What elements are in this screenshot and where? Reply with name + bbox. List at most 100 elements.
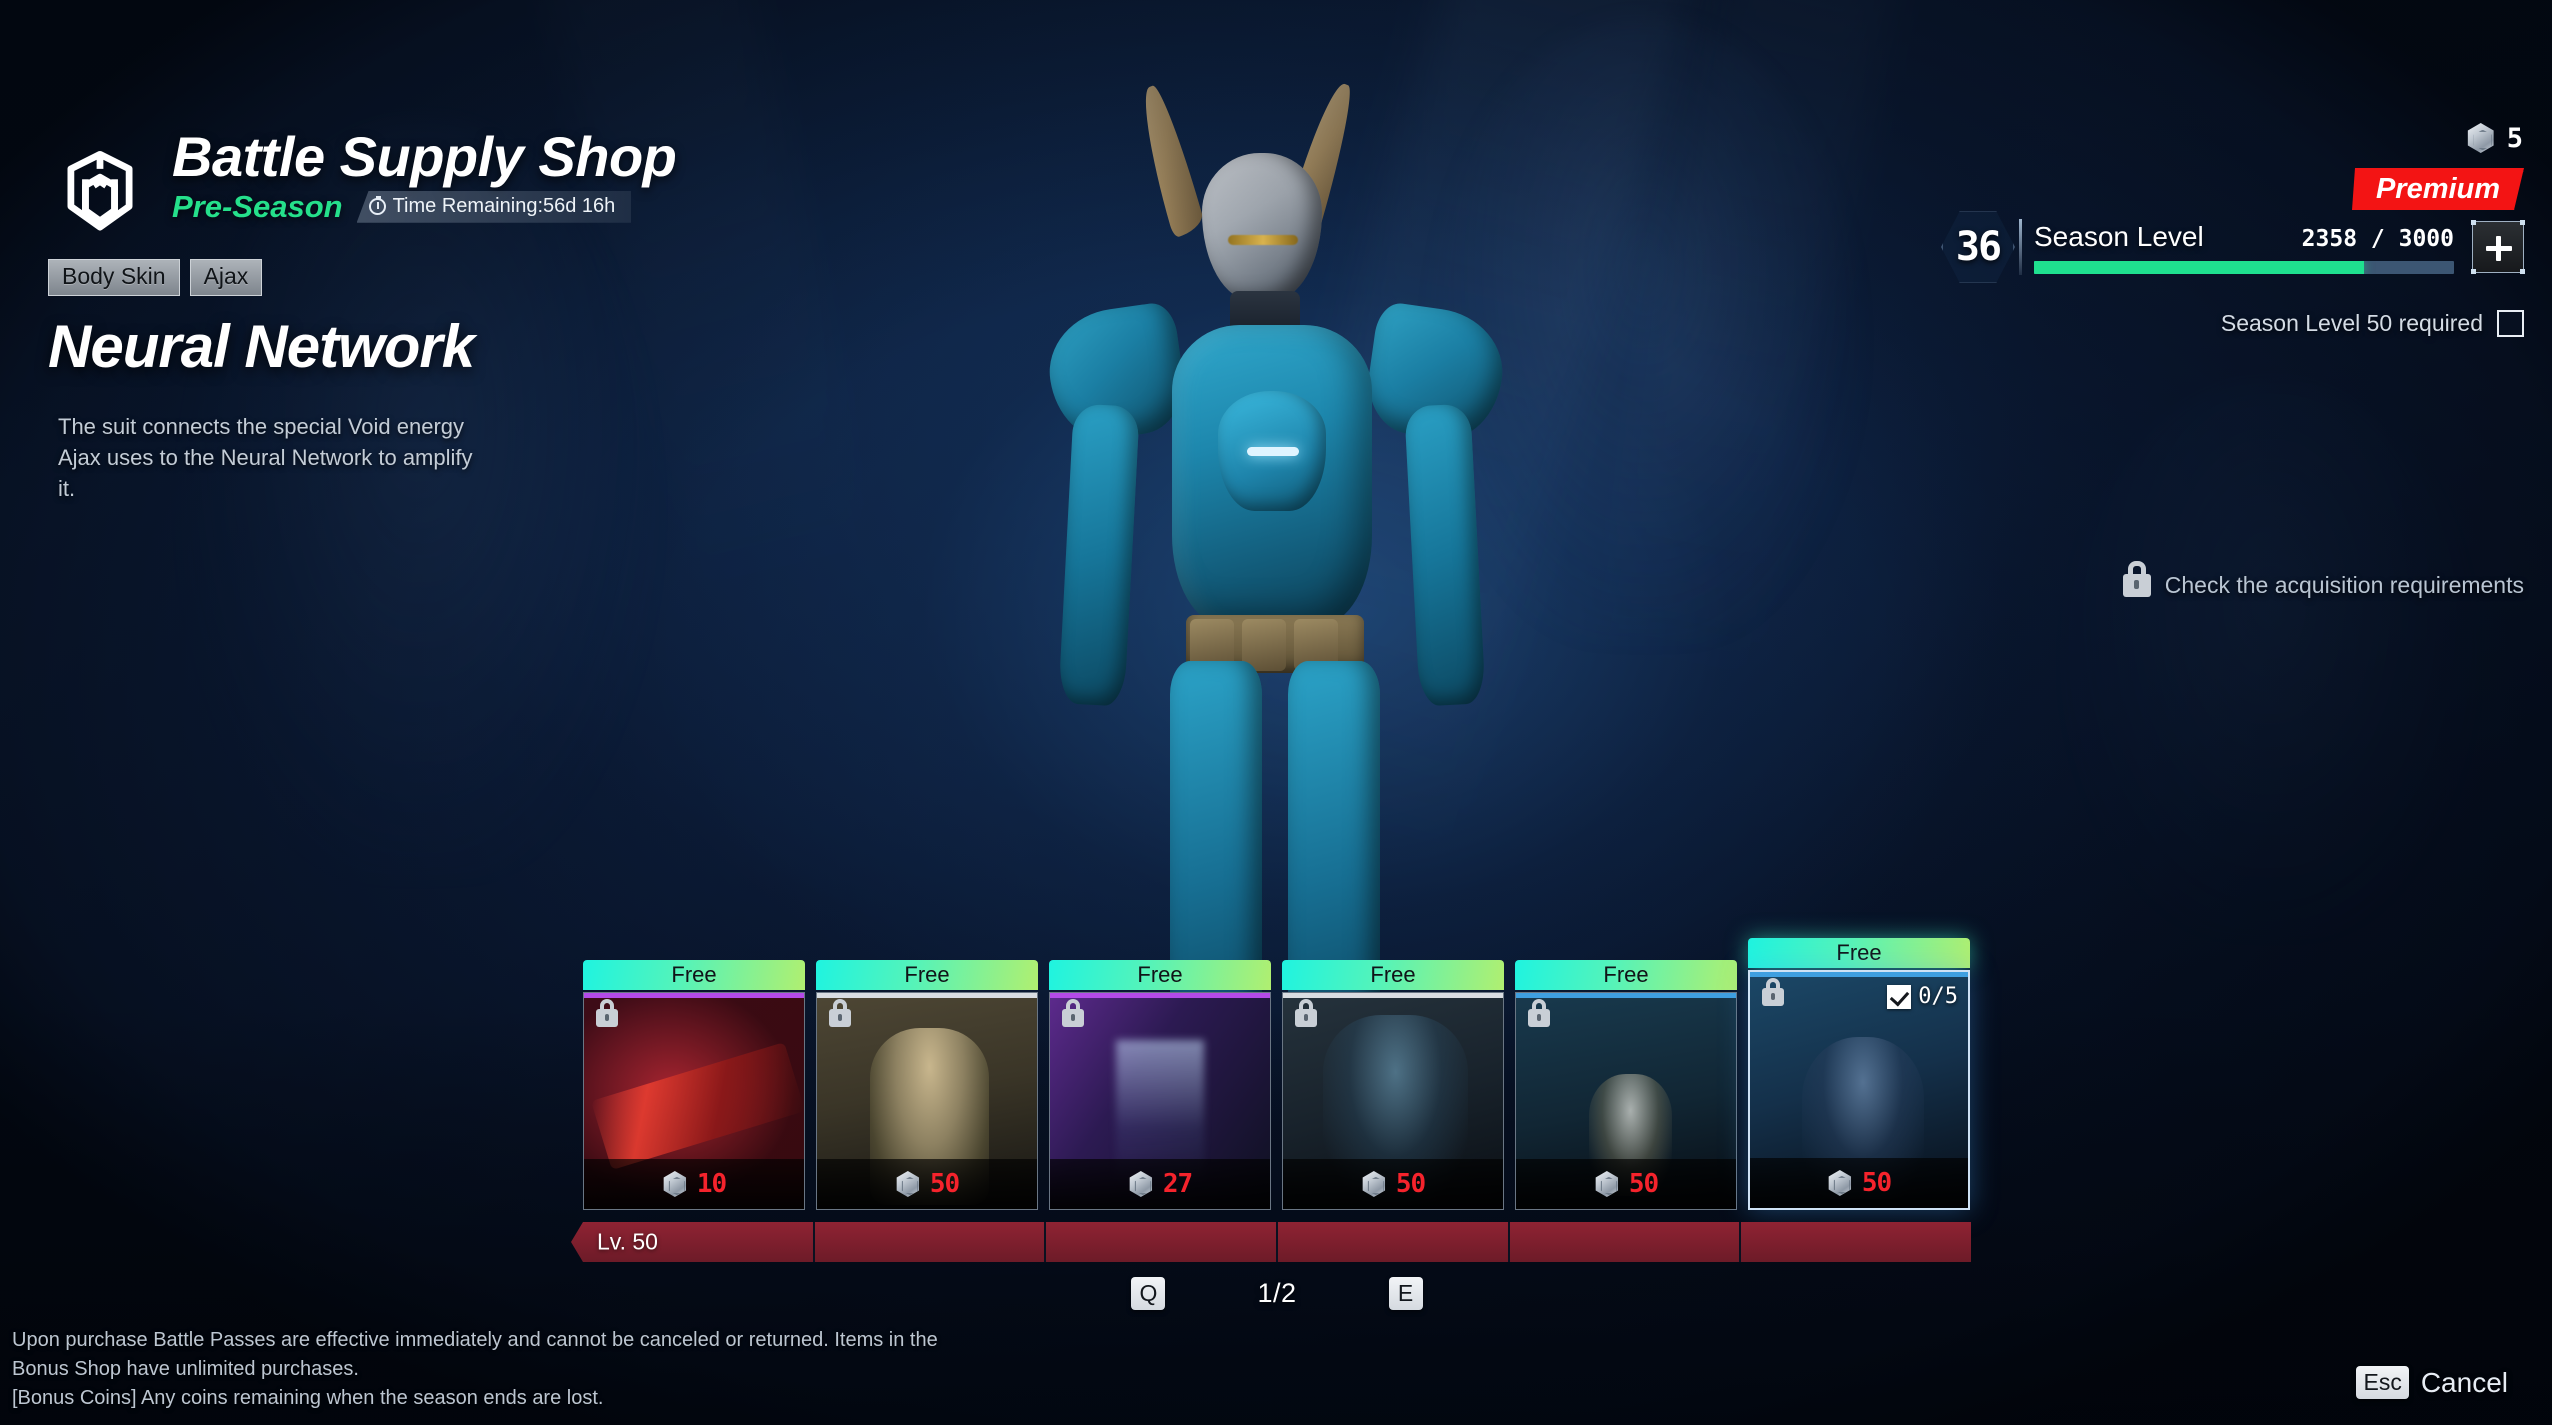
level-bar-segment <box>1741 1222 1972 1262</box>
page-navigation: Q 1/2 E <box>583 1270 1971 1316</box>
reward-card-ribbon: Free <box>816 960 1038 990</box>
reward-card-price: 50 <box>1628 1169 1659 1199</box>
season-panel: 5 Premium 36 Season Level 2358 / 3000 Se… <box>1884 118 2525 337</box>
acquisition-requirements-text: Check the acquisition requirements <box>2164 572 2524 598</box>
add-season-level-button[interactable] <box>2471 220 2525 274</box>
lock-icon <box>1762 978 1784 1006</box>
season-level-label: Season Level <box>2034 220 2204 252</box>
season-level-badge: 36 <box>1941 210 2015 284</box>
next-page-key[interactable]: E <box>1388 1276 1423 1310</box>
checkbox-checked-icon <box>1887 984 1912 1009</box>
reward-card-price: 10 <box>696 1169 727 1199</box>
lock-icon <box>596 999 618 1027</box>
reward-card-progress: 0/5 <box>1887 984 1958 1009</box>
reward-card-frame: 50 <box>1515 992 1737 1210</box>
level-bar-segment <box>814 1222 1047 1262</box>
reward-card-price-bar: 50 <box>1750 1158 1968 1208</box>
lock-icon <box>2122 561 2151 597</box>
coin-amount: 5 <box>2506 122 2524 154</box>
reward-card-frame: 0/5 50 <box>1748 970 1970 1210</box>
disclaimer-line-1: Upon purchase Battle Passes are effectiv… <box>12 1329 938 1351</box>
rarity-stripe <box>1750 972 1968 977</box>
reward-card-frame: 50 <box>816 992 1038 1210</box>
reward-card[interactable]: Free 10 <box>583 960 805 1210</box>
reward-card-price: 50 <box>1395 1169 1426 1199</box>
time-remaining-text: Time Remaining:56d 16h <box>392 195 616 218</box>
level-bar-segment <box>1046 1222 1279 1262</box>
reward-card-price: 27 <box>1162 1169 1193 1199</box>
level-bar-segment <box>1509 1222 1742 1262</box>
level-bar-segment <box>1278 1222 1510 1262</box>
hex-coin-icon <box>1129 1171 1153 1197</box>
lock-icon <box>1528 999 1550 1027</box>
requirement-text: Season Level 50 required <box>2220 310 2483 336</box>
lock-icon <box>1295 999 1317 1027</box>
reward-card-ribbon: Free <box>1748 938 1970 968</box>
cancel-label: Cancel <box>2420 1366 2508 1398</box>
prev-page-key[interactable]: Q <box>1131 1276 1166 1310</box>
item-description: The suit connects the special Void energ… <box>58 413 473 502</box>
reward-card-price: 50 <box>1861 1168 1892 1198</box>
corner-nub <box>2471 269 2476 274</box>
premium-badge[interactable]: Premium <box>2352 168 2524 210</box>
hex-coin-icon <box>1828 1170 1852 1196</box>
hex-coin-icon <box>1595 1171 1619 1197</box>
lock-icon <box>1062 999 1084 1027</box>
shop-header: Battle Supply Shop Pre-Season Time Remai… <box>48 127 677 505</box>
season-progress-text: 2358 / 3000 <box>2301 225 2454 252</box>
reward-card[interactable]: Free 0/5 50 <box>1748 938 1970 1210</box>
season-progress-track <box>2034 260 2454 274</box>
rarity-stripe <box>817 993 1037 998</box>
requirement-row: Season Level 50 required <box>1884 310 2524 337</box>
reward-card-frame: 27 <box>1049 992 1271 1210</box>
level-requirement-label: Lv. 50 <box>597 1228 658 1255</box>
acquisition-requirements-link[interactable]: Check the acquisition requirements <box>2122 561 2524 599</box>
time-remaining-chip: Time Remaining:56d 16h <box>356 190 632 223</box>
item-tag-list: Body Skin Ajax <box>28 258 676 296</box>
reward-card-frame: 50 <box>1282 992 1504 1210</box>
reward-card[interactable]: Free 50 <box>1282 960 1504 1210</box>
disclaimer-line-3: [Bonus Coins] Any coins remaining when t… <box>12 1387 604 1409</box>
reward-card-frame: 10 <box>583 992 805 1210</box>
reward-card[interactable]: Free 50 <box>1515 960 1737 1210</box>
disclaimer-line-2: Bonus Shop have unlimited purchases. <box>12 1358 359 1380</box>
reward-card-ribbon: Free <box>1282 960 1504 990</box>
requirement-checkbox[interactable] <box>2497 310 2524 337</box>
reward-card-count: 0/5 <box>1918 984 1958 1009</box>
season-progress-block: Season Level 2358 / 3000 <box>2034 221 2454 274</box>
season-level-row: 36 Season Level 2358 / 3000 <box>1884 210 2525 284</box>
item-tag-character: Ajax <box>189 258 263 296</box>
season-level-number: 36 <box>1955 224 2002 270</box>
hex-coin-icon <box>1362 1171 1386 1197</box>
rarity-stripe <box>584 993 804 998</box>
hex-coin-icon <box>2467 123 2494 153</box>
corner-nub <box>2471 220 2476 225</box>
reward-card-price-bar: 10 <box>584 1159 804 1209</box>
reward-card-price-bar: 27 <box>1050 1159 1270 1209</box>
reward-card-price: 50 <box>929 1169 960 1199</box>
reward-card-ribbon: Free <box>583 960 805 990</box>
hex-coin-icon <box>663 1171 687 1197</box>
item-name: Neural Network <box>48 312 475 380</box>
lock-icon <box>829 999 851 1027</box>
esc-key[interactable]: Esc <box>2356 1366 2409 1399</box>
corner-nub <box>2520 269 2525 274</box>
season-progress-fill <box>2034 260 2365 274</box>
reward-card-row: Free 10 Free 50 Free 27 Free 50 Free 50 Free 0/5 50 <box>583 938 1971 1260</box>
stopwatch-icon <box>368 196 386 216</box>
cancel-action[interactable]: Esc Cancel <box>2356 1366 2508 1399</box>
disclaimer-text: Upon purchase Battle Passes are effectiv… <box>12 1326 1092 1413</box>
season-label: Pre-Season <box>172 188 343 224</box>
reward-card[interactable]: Free 27 <box>1049 960 1271 1210</box>
reward-card-price-bar: 50 <box>817 1159 1037 1209</box>
level-requirement-bar: Lv. 50 <box>583 1222 1972 1262</box>
reward-card-ribbon: Free <box>1515 960 1737 990</box>
item-tag-category: Body Skin <box>48 258 180 296</box>
reward-card[interactable]: Free 50 <box>816 960 1038 1210</box>
page-indicator: 1/2 <box>1257 1277 1297 1308</box>
rarity-stripe <box>1516 993 1736 998</box>
hex-cube-logo-icon <box>48 146 152 250</box>
reward-card-ribbon: Free <box>1049 960 1271 990</box>
corner-nub <box>2520 220 2525 225</box>
rarity-stripe <box>1283 993 1503 998</box>
